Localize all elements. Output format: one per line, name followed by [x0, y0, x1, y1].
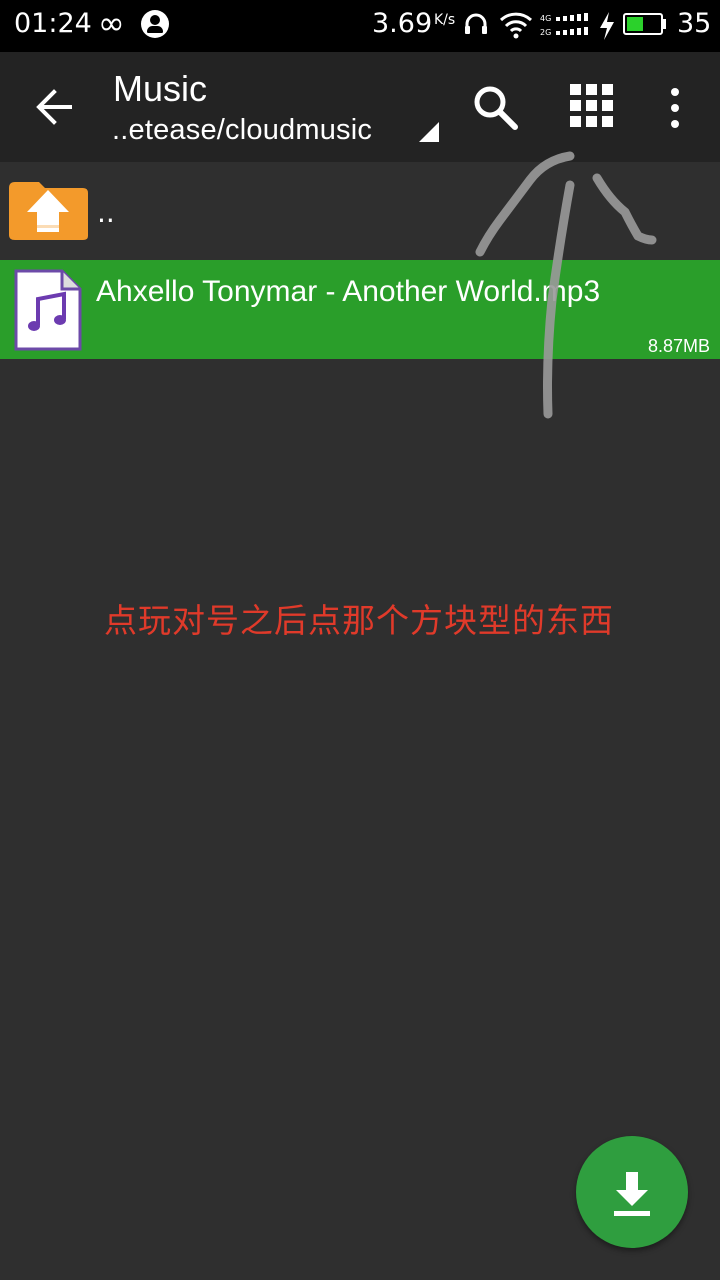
file-size: 8.87MB — [647, 336, 710, 356]
battery-icon — [623, 13, 663, 35]
user-icon — [141, 10, 169, 38]
status-bar: 01:24 ∞ 3.69 K/s 4G 2G 35 — [0, 0, 720, 52]
audio-file-icon — [14, 269, 82, 351]
download-button[interactable] — [576, 1136, 688, 1248]
current-path[interactable]: ..etease/cloudmusic — [112, 114, 372, 147]
status-time: 01:24 — [14, 8, 92, 39]
battery-level: 35 — [677, 8, 712, 39]
svg-text:4G: 4G — [540, 14, 551, 23]
signal-icon: 4G 2G — [540, 13, 588, 37]
network-speed: 3.69 — [372, 8, 433, 39]
back-arrow-icon[interactable] — [28, 82, 84, 132]
page-title: Music — [113, 68, 208, 109]
download-icon — [614, 1172, 650, 1216]
charging-icon — [600, 12, 614, 40]
file-row-selected[interactable]: Ahxello Tonymar - Another World.mp3 8.87… — [0, 260, 720, 359]
parent-folder-label: .. — [97, 196, 115, 229]
network-speed-unit: K/s — [434, 12, 456, 28]
grid-view-icon[interactable] — [568, 82, 616, 130]
annotation-note: 点玩对号之后点那个方块型的东西 — [104, 601, 614, 640]
file-name: Ahxello Tonymar - Another World.mp3 — [96, 275, 601, 308]
search-icon[interactable] — [470, 82, 520, 132]
battery-tip — [663, 19, 666, 29]
wifi-icon — [499, 12, 533, 39]
path-dropdown-icon[interactable] — [419, 122, 439, 142]
headset-icon — [465, 13, 487, 34]
app-toolbar: Music ..etease/cloudmusic — [0, 52, 720, 162]
folder-up-icon — [9, 182, 88, 240]
infinity-icon: ∞ — [98, 4, 125, 42]
svg-text:2G: 2G — [540, 28, 551, 37]
more-vert-icon[interactable] — [660, 84, 690, 132]
